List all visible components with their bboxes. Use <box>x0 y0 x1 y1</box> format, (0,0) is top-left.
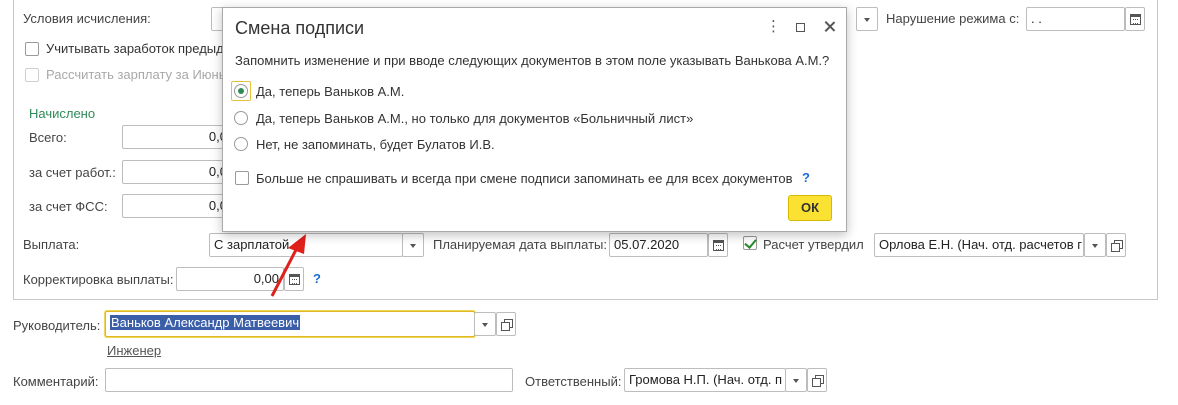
approved-by-field[interactable]: Орлова Е.Н. (Нач. отд. расчетов г <box>874 233 1084 257</box>
option-yes-radio[interactable] <box>234 84 248 98</box>
more-menu-icon[interactable] <box>763 17 781 35</box>
responsible-field[interactable]: Громова Н.П. (Нач. отд. п <box>624 368 786 392</box>
dialog-title: Смена подписи <box>235 18 365 38</box>
dialog-question: Запомнить изменение и при вводе следующи… <box>235 53 830 68</box>
dont-ask-checkbox[interactable] <box>235 171 249 185</box>
violation-label: Нарушение режима с: <box>886 11 1020 26</box>
open-icon <box>501 319 513 331</box>
consider-earnings-checkbox[interactable] <box>25 42 39 56</box>
manager-label: Руководитель: <box>13 318 101 333</box>
option-yes-label: Да, теперь Ваньков А.М. <box>256 84 405 99</box>
approved-dropdown-button[interactable] <box>1084 233 1106 257</box>
conditions-label: Условия исчисления: <box>23 11 151 26</box>
planned-date-field[interactable]: 05.07.2020 <box>609 233 708 257</box>
open-icon <box>812 375 824 387</box>
calc-salary-checkbox[interactable] <box>25 68 39 82</box>
manager-field[interactable]: Ваньков Александр Матвеевич <box>105 311 475 337</box>
approved-checkbox[interactable] <box>743 236 757 250</box>
planned-date-calendar-button[interactable] <box>708 233 728 257</box>
manager-selected-text: Ваньков Александр Матвеевич <box>110 315 301 330</box>
total-label: Всего: <box>29 130 67 145</box>
option-yes-sick-list-label: Да, теперь Ваньков А.М., но только для д… <box>256 111 694 126</box>
calendar-icon <box>1129 13 1141 25</box>
approved-label: Расчет утвердил <box>763 237 864 252</box>
conditions-dropdown-button[interactable] <box>856 7 878 31</box>
responsible-label: Ответственный: <box>525 374 622 389</box>
comment-field[interactable] <box>105 368 513 392</box>
employer-field[interactable]: 0,0 <box>122 160 232 184</box>
approved-open-button[interactable] <box>1106 233 1126 257</box>
option-yes-sick-list-radio[interactable] <box>234 111 248 125</box>
calc-salary-label: Рассчитать зарплату за Июнь <box>46 67 226 82</box>
violation-calendar-button[interactable] <box>1125 7 1145 31</box>
fss-label: за счет ФСС: <box>29 199 108 214</box>
option-no-radio[interactable] <box>234 137 248 151</box>
close-icon[interactable] <box>823 20 837 34</box>
comment-label: Комментарий: <box>13 374 99 389</box>
violation-date-field[interactable]: . . <box>1026 7 1125 31</box>
consider-earnings-label: Учитывать заработок предыд <box>46 41 224 56</box>
annotation-arrow-icon <box>270 234 306 297</box>
open-icon <box>1111 240 1123 252</box>
calendar-icon <box>712 239 724 251</box>
payment-dropdown-button[interactable] <box>402 233 424 257</box>
responsible-open-button[interactable] <box>807 368 827 392</box>
manager-position-link[interactable]: Инженер <box>107 343 161 358</box>
dont-ask-help-icon[interactable]: ? <box>802 170 810 185</box>
maximize-icon[interactable] <box>793 20 807 34</box>
payment-label: Выплата: <box>23 237 80 252</box>
responsible-dropdown-button[interactable] <box>785 368 807 392</box>
option-no-label: Нет, не запоминать, будет Булатов И.В. <box>256 137 495 152</box>
manager-dropdown-button[interactable] <box>474 312 496 336</box>
ok-button[interactable]: ОК <box>788 195 832 221</box>
fss-field[interactable]: 0,0 <box>122 194 232 218</box>
signature-change-dialog: Смена подписи Запомнить изменение и при … <box>222 7 847 232</box>
correction-label: Корректировка выплаты: <box>23 272 174 287</box>
planned-date-label: Планируемая дата выплаты: <box>433 237 607 252</box>
accrued-header: Начислено <box>29 106 96 121</box>
manager-open-button[interactable] <box>496 312 516 336</box>
total-field[interactable]: 0,0 <box>122 125 232 149</box>
dont-ask-label: Больше не спрашивать и всегда при смене … <box>256 171 793 186</box>
employer-label: за счет работ.: <box>29 165 116 180</box>
